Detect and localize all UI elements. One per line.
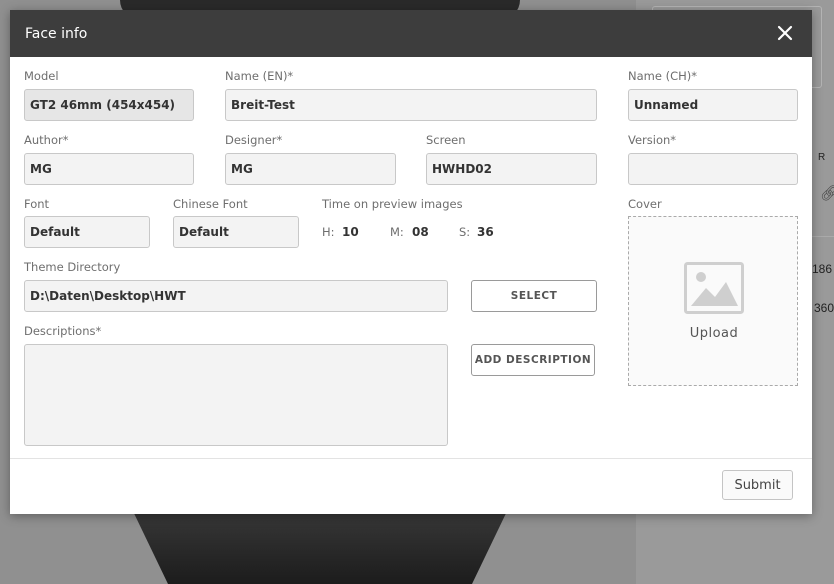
version-label: Version* [628, 133, 677, 147]
image-placeholder-icon [684, 262, 744, 314]
submit-button[interactable]: Submit [722, 470, 793, 500]
model-label: Model [24, 69, 59, 83]
dialog-header: Face info [10, 10, 812, 57]
hour-label: H: [322, 225, 335, 239]
screen-label: Screen [426, 133, 466, 147]
name-en-label: Name (EN)* [225, 69, 294, 83]
upload-label: Upload [689, 326, 739, 341]
designer-field[interactable] [225, 153, 396, 185]
footer-divider [10, 458, 812, 459]
watch-preview-strap [130, 505, 510, 584]
descriptions-label: Descriptions* [24, 324, 102, 338]
hour-value[interactable]: 10 [342, 225, 359, 239]
name-en-field[interactable] [225, 89, 597, 121]
name-ch-field[interactable] [628, 89, 798, 121]
panel-divider [812, 236, 834, 237]
version-field[interactable] [628, 153, 798, 185]
descriptions-textarea[interactable] [24, 344, 448, 446]
panel-value-1: 186 [812, 262, 833, 276]
chinese-font-select[interactable] [173, 216, 299, 248]
panel-column-letter: R [818, 152, 826, 163]
name-ch-label: Name (CH)* [628, 69, 697, 83]
minute-value[interactable]: 08 [412, 225, 429, 239]
face-info-dialog: Face info Model Name (EN)* Name (CH)* Au… [10, 10, 812, 514]
theme-directory-label: Theme Directory [24, 260, 121, 274]
author-field[interactable] [24, 153, 194, 185]
font-label: Font [24, 197, 50, 211]
link-icon: 🔗︎ [820, 184, 834, 202]
model-field[interactable] [24, 89, 194, 121]
add-description-button[interactable]: ADD DESCRIPTION [471, 344, 595, 376]
designer-label: Designer* [225, 133, 283, 147]
minute-label: M: [390, 225, 404, 239]
chinese-font-label: Chinese Font [173, 197, 248, 211]
dialog-title: Face info [25, 25, 88, 42]
select-directory-button[interactable]: SELECT [471, 280, 597, 312]
theme-directory-field[interactable] [24, 280, 448, 312]
cover-label: Cover [628, 197, 662, 211]
time-preview-label: Time on preview images [322, 197, 463, 211]
panel-value-2: 360 [814, 301, 834, 315]
second-value[interactable]: 36 [477, 225, 494, 239]
author-label: Author* [24, 133, 69, 147]
cover-upload-area[interactable]: Upload [628, 216, 798, 386]
close-icon[interactable] [776, 24, 794, 42]
screen-field[interactable] [426, 153, 597, 185]
font-select[interactable] [24, 216, 150, 248]
second-label: S: [459, 225, 471, 239]
